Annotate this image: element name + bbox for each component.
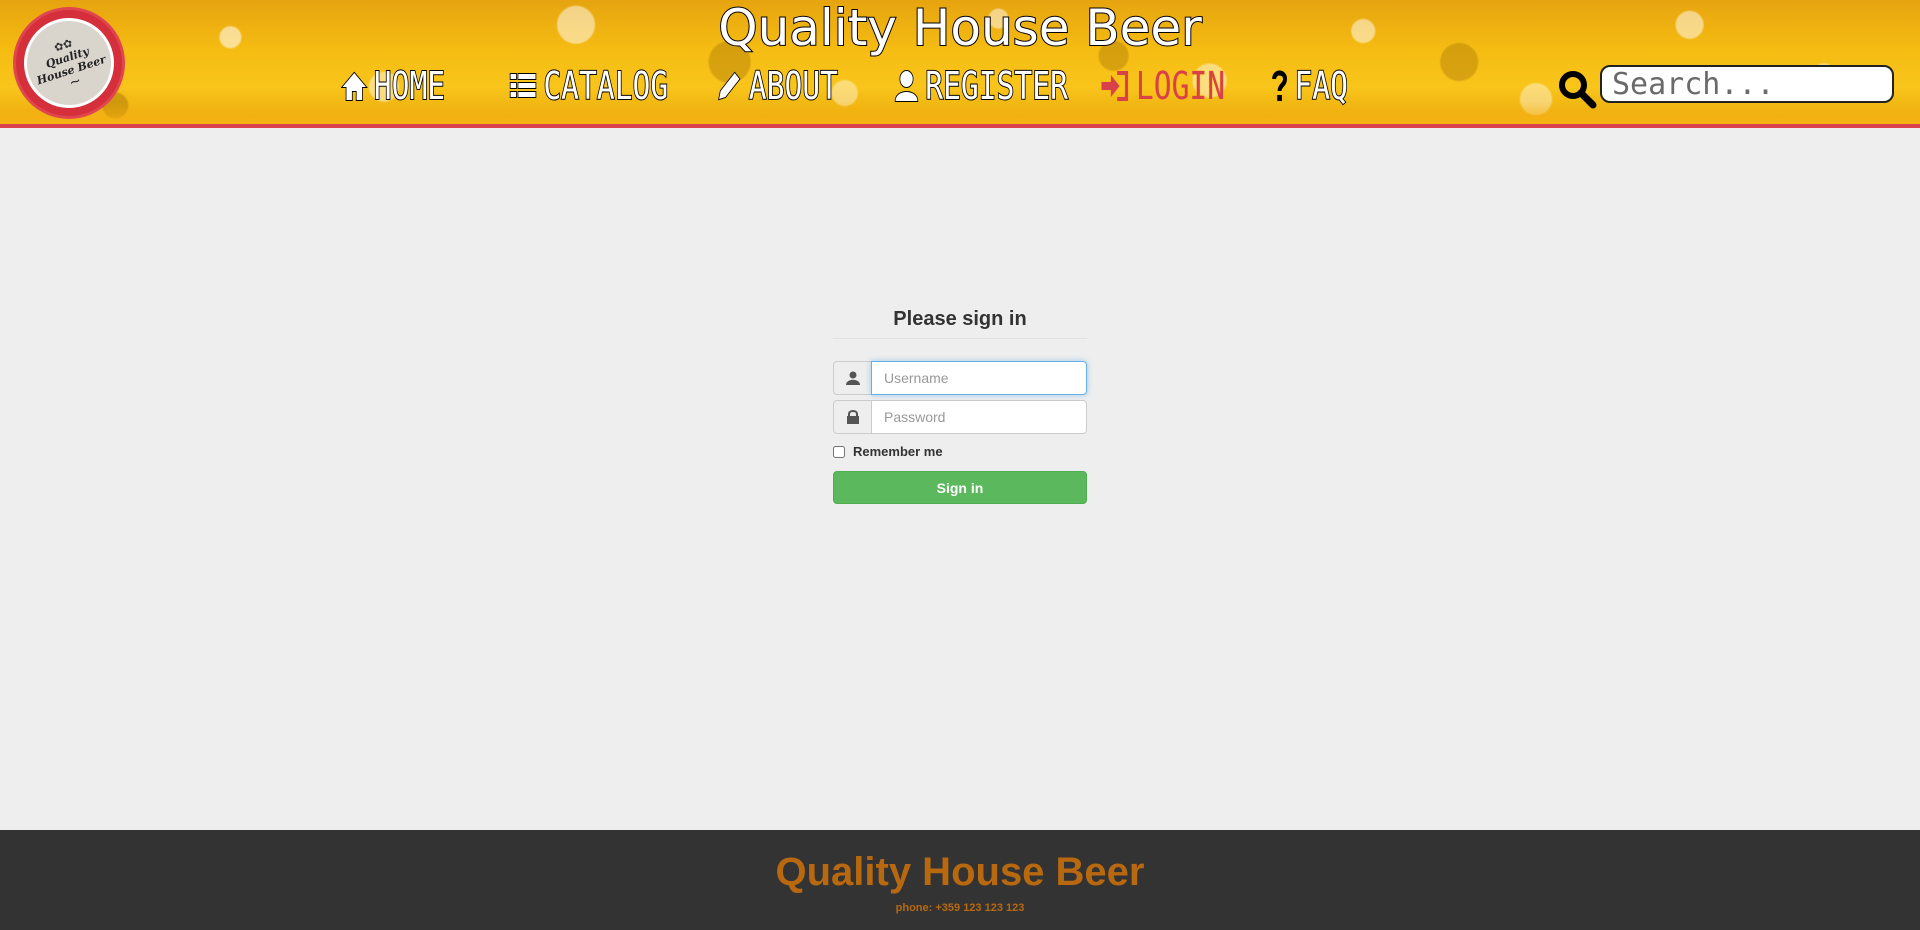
- remember-me[interactable]: Remember me: [833, 444, 1087, 459]
- sign-in-icon: [1100, 71, 1129, 101]
- search-input[interactable]: [1600, 65, 1894, 103]
- form-title: Please sign in: [833, 306, 1087, 339]
- nav-login-label: LOGIN: [1135, 64, 1226, 109]
- nav-about[interactable]: ABOUT: [716, 62, 839, 110]
- site-header: ✿✿ Quality House Beer ∼ Quality House Be…: [0, 0, 1920, 128]
- nav-login[interactable]: LOGIN: [1100, 62, 1225, 110]
- pencil-icon: [718, 71, 741, 101]
- question-icon: [1272, 70, 1287, 101]
- user-icon: [894, 70, 919, 102]
- remember-checkbox[interactable]: [833, 445, 845, 458]
- sign-in-button[interactable]: Sign in: [833, 471, 1087, 504]
- list-icon: [509, 73, 537, 98]
- search-icon[interactable]: [1557, 69, 1597, 109]
- lock-icon: [846, 410, 859, 424]
- nav-home[interactable]: HOME: [341, 62, 446, 110]
- login-form: Please sign in Remember me Sign in: [833, 306, 1087, 504]
- username-input[interactable]: [871, 361, 1087, 395]
- remember-label: Remember me: [853, 444, 943, 459]
- nav-register-label: REGISTER: [924, 63, 1068, 109]
- nav-home-label: HOME: [373, 63, 446, 109]
- username-group: [833, 361, 1087, 395]
- footer-title: Quality House Beer: [775, 850, 1145, 894]
- nav-catalog-label: CATALOG: [543, 63, 669, 109]
- footer-phone: phone: +359 123 123 123: [895, 902, 1025, 914]
- password-input[interactable]: [871, 400, 1087, 434]
- site-title: Quality House Beer: [717, 0, 1203, 57]
- username-addon: [833, 361, 871, 395]
- nav-about-label: ABOUT: [748, 63, 839, 109]
- site-footer: Quality House Beer phone: +359 123 123 1…: [0, 830, 1920, 930]
- nav-register[interactable]: REGISTER: [894, 62, 1069, 110]
- password-group: [833, 400, 1087, 434]
- nav-faq-label: FAQ: [1294, 63, 1349, 109]
- password-addon: [833, 400, 871, 434]
- nav-catalog[interactable]: CATALOG: [509, 62, 669, 110]
- home-icon: [341, 71, 368, 101]
- user-icon: [845, 371, 860, 385]
- nav-faq[interactable]: FAQ: [1271, 62, 1349, 110]
